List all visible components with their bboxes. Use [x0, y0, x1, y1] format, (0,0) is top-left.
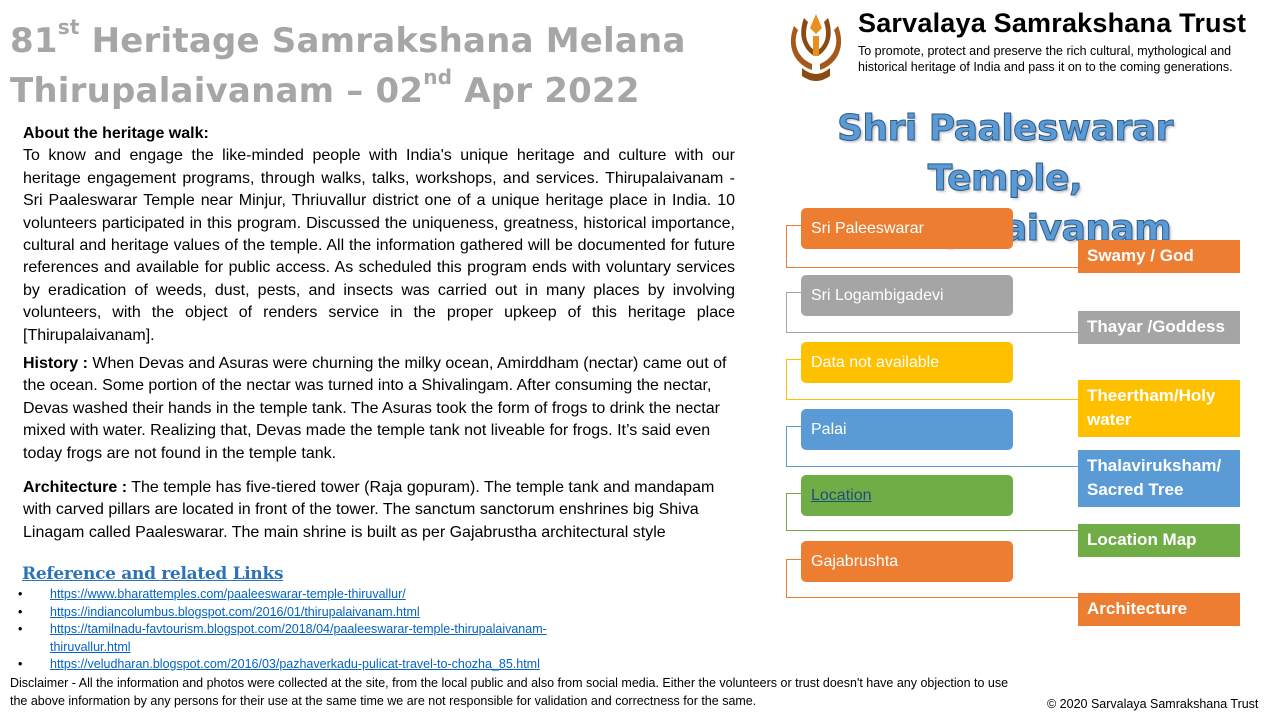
architecture-value-box: Gajabrushta [801, 541, 1013, 582]
page-title: 81st Heritage Samrakshana Melana Thirupa… [10, 16, 686, 116]
theertham-value-box: Data not available [801, 342, 1013, 383]
reference-item: https://tamilnadu-favtourism.blogspot.co… [18, 621, 618, 656]
architecture-label: Architecture : [23, 479, 128, 496]
references-heading: Reference and related Links [22, 564, 284, 584]
title-line-2: Thirupalaivanam – 02nd Apr 2022 [10, 65, 640, 111]
location-label-tag: Location Map [1078, 524, 1240, 557]
location-value-box: Location [801, 475, 1013, 516]
swamy-value-box: Sri Paleeswarar [801, 208, 1013, 249]
trust-logo [790, 14, 842, 81]
reference-item: https://www.bharattemples.com/paaleeswar… [18, 586, 618, 604]
trust-name: Sarvalaya Samrakshana Trust [858, 8, 1247, 38]
history-section: History : When Devas and Asuras were chu… [23, 353, 735, 465]
architecture-label-tag: Architecture [1078, 593, 1240, 626]
connector-line [786, 292, 801, 293]
temple-title-line-1: Shri Paaleswarar Temple, [837, 108, 1174, 200]
trust-tagline: To promote, protect and preserve the ric… [858, 44, 1233, 74]
location-link[interactable]: Location [811, 487, 872, 504]
sacred-tree-label-tag: Thalaviruksham/ Sacred Tree [1078, 450, 1240, 507]
thayar-label-tag: Thayar /Goddess [1078, 311, 1240, 344]
connector-line [786, 493, 801, 494]
about-heading: About the heritage walk: [23, 125, 209, 142]
reference-link[interactable]: https://tamilnadu-favtourism.blogspot.co… [50, 622, 547, 654]
about-section: About the heritage walk: To know and eng… [23, 123, 735, 347]
reference-link[interactable]: https://www.bharattemples.com/paaleeswar… [50, 587, 406, 601]
reference-item: https://indiancolumbus.blogspot.com/2016… [18, 604, 618, 622]
connector-line [786, 559, 801, 560]
reference-link[interactable]: https://veludharan.blogspot.com/2016/03/… [50, 657, 540, 671]
references-list: https://www.bharattemples.com/paaleeswar… [18, 586, 618, 674]
history-label: History : [23, 355, 88, 372]
title-line-1: 81st Heritage Samrakshana Melana [10, 15, 686, 61]
reference-link[interactable]: https://indiancolumbus.blogspot.com/2016… [50, 605, 420, 619]
swamy-label-tag: Swamy / God [1078, 240, 1240, 273]
thayar-value-box: Sri Logambigadevi [801, 275, 1013, 316]
architecture-section: Architecture : The temple has five-tiere… [23, 477, 735, 544]
reference-item: https://veludharan.blogspot.com/2016/03/… [18, 656, 618, 674]
connector-line [786, 426, 801, 427]
sacred-tree-value-box: Palai [801, 409, 1013, 450]
connector-line [786, 225, 801, 226]
architecture-text: The temple has five-tiered tower (Raja g… [23, 479, 715, 541]
history-text: When Devas and Asuras were churning the … [23, 355, 727, 462]
about-text: To know and engage the like-minded peopl… [23, 147, 735, 344]
disclaimer-text: Disclaimer - All the information and pho… [10, 676, 1009, 708]
copyright-text: © 2020 Sarvalaya Samrakshana Trust [1047, 697, 1259, 711]
connector-line [786, 359, 801, 360]
theertham-label-tag: Theertham/Holy water [1078, 380, 1240, 437]
